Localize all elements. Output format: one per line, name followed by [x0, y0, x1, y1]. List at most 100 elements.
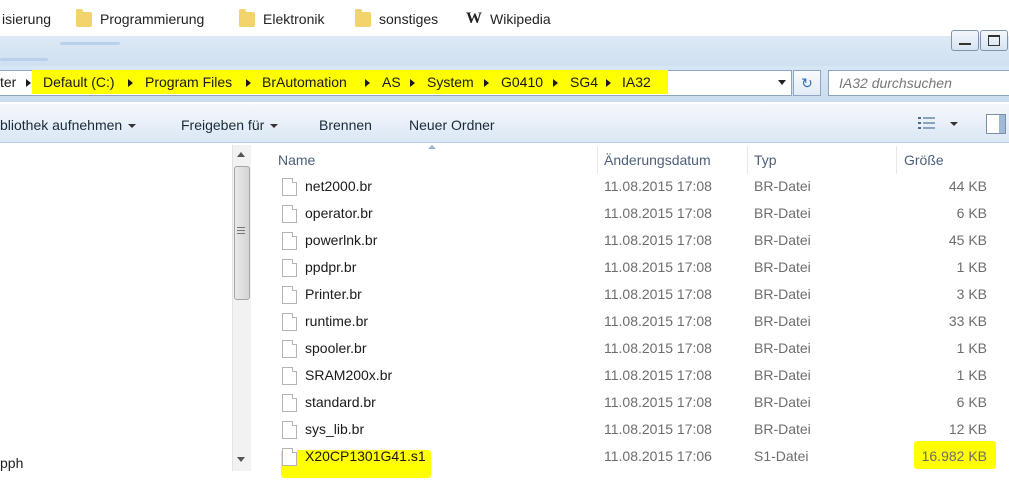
maximize-icon: [988, 35, 1000, 46]
file-type: BR-Datei: [754, 367, 811, 383]
file-row[interactable]: standard.br 11.08.2015 17:08 BR-Datei 6 …: [276, 389, 994, 416]
preview-pane-button[interactable]: [986, 114, 1006, 134]
address-history-chevron-icon[interactable]: [778, 80, 786, 85]
dropdown-arrow-icon: [128, 124, 137, 129]
breadcrumb-as[interactable]: AS: [382, 74, 401, 90]
window-titlebar[interactable]: [0, 36, 1009, 66]
file-name: net2000.br: [305, 178, 372, 194]
file-type: BR-Datei: [754, 205, 811, 221]
maximize-button[interactable]: [980, 30, 1008, 51]
breadcrumb-sg4[interactable]: SG4: [570, 74, 598, 90]
file-icon: [282, 232, 297, 250]
bookmark-label: Wikipedia: [490, 11, 551, 27]
folder-icon: [239, 8, 255, 27]
breadcrumb-arrow-icon[interactable]: [365, 79, 370, 87]
column-divider[interactable]: [597, 146, 598, 174]
file-type: BR-Datei: [754, 232, 811, 248]
file-row[interactable]: Printer.br 11.08.2015 17:08 BR-Datei 3 K…: [276, 281, 994, 308]
file-date: 11.08.2015 17:08: [604, 340, 712, 356]
file-size: 44 KB: [948, 178, 987, 194]
bookmark-programmierung[interactable]: Programmierung: [76, 8, 204, 28]
breadcrumb-arrow-icon[interactable]: [484, 79, 489, 87]
file-row[interactable]: operator.br 11.08.2015 17:08 BR-Datei 6 …: [276, 200, 994, 227]
column-divider[interactable]: [747, 146, 748, 174]
navigation-pane: [0, 143, 250, 481]
include-in-library-button[interactable]: bliothek aufnehmen: [0, 117, 137, 133]
file-size: 45 KB: [948, 232, 987, 248]
nav-scrollbar-thumb[interactable]: [234, 166, 250, 300]
breadcrumb-arrow-icon[interactable]: [410, 79, 415, 87]
share-with-label: Freigeben für: [181, 117, 265, 133]
file-date: 11.08.2015 17:08: [604, 178, 712, 194]
file-type: BR-Datei: [754, 394, 811, 410]
breadcrumb-partial[interactable]: ter: [0, 74, 16, 90]
scroll-grip-icon: [237, 227, 245, 228]
bookmark-sonstiges[interactable]: sonstiges: [355, 8, 438, 28]
file-date: 11.08.2015 17:08: [604, 286, 712, 302]
breadcrumb-arrow-icon[interactable]: [246, 79, 251, 87]
file-size: 33 KB: [948, 313, 987, 329]
file-icon: [282, 313, 297, 331]
file-row[interactable]: ppdpr.br 11.08.2015 17:08 BR-Datei 1 KB: [276, 254, 994, 281]
titlebar-faint-text: [0, 58, 48, 61]
bookmark-elektronik[interactable]: Elektronik: [239, 8, 324, 28]
file-date: 11.08.2015 17:08: [604, 205, 712, 221]
column-header-name[interactable]: Name: [278, 152, 315, 168]
file-name: ppdpr.br: [305, 259, 357, 275]
breadcrumb-program-files[interactable]: Program Files: [145, 74, 232, 90]
file-row[interactable]: SRAM200x.br 11.08.2015 17:08 BR-Datei 1 …: [276, 362, 994, 389]
command-bar: [0, 104, 1009, 143]
file-type: BR-Datei: [754, 421, 811, 437]
column-header-date[interactable]: Änderungsdatum: [604, 152, 711, 168]
file-size: 12 KB: [948, 421, 987, 437]
minimize-button[interactable]: [951, 30, 979, 51]
refresh-icon: ↻: [801, 74, 813, 91]
file-icon: [282, 394, 297, 412]
bookmark-partial[interactable]: isierung: [2, 10, 51, 28]
file-type: BR-Datei: [754, 259, 811, 275]
breadcrumb-arrow-icon[interactable]: [128, 79, 133, 87]
column-header-size[interactable]: Größe: [904, 152, 944, 168]
column-header-type[interactable]: Typ: [754, 152, 777, 168]
share-with-button[interactable]: Freigeben für: [181, 117, 279, 133]
file-row[interactable]: sys_lib.br 11.08.2015 17:08 BR-Datei 12 …: [276, 416, 994, 443]
file-name: Printer.br: [305, 286, 362, 302]
file-row[interactable]: X20CP1301G41.s1 11.08.2015 17:06 S1-Date…: [276, 443, 994, 470]
view-options-chevron-icon[interactable]: [950, 122, 958, 126]
sort-ascending-icon: [428, 145, 436, 149]
search-placeholder: IA32 durchsuchen: [839, 75, 952, 91]
folder-icon: [355, 8, 371, 27]
scroll-down-icon[interactable]: [237, 457, 245, 462]
file-date: 11.08.2015 17:08: [604, 259, 712, 275]
breadcrumb-brautomation[interactable]: BrAutomation: [262, 74, 347, 90]
breadcrumb-g0410[interactable]: G0410: [501, 74, 543, 90]
burn-button[interactable]: Brennen: [319, 117, 372, 133]
breadcrumb-arrow-icon[interactable]: [26, 79, 31, 87]
search-input[interactable]: IA32 durchsuchen: [828, 70, 1009, 96]
breadcrumb-arrow-icon[interactable]: [606, 79, 611, 87]
new-folder-button[interactable]: Neuer Ordner: [409, 117, 495, 133]
file-date: 11.08.2015 17:08: [604, 421, 712, 437]
breadcrumb-ia32[interactable]: IA32: [622, 74, 651, 90]
bookmark-wikipedia[interactable]: W Wikipedia: [466, 10, 551, 28]
breadcrumb-arrow-icon[interactable]: [553, 79, 558, 87]
refresh-button[interactable]: ↻: [793, 70, 821, 96]
file-row[interactable]: runtime.br 11.08.2015 17:08 BR-Datei 33 …: [276, 308, 994, 335]
column-divider[interactable]: [896, 146, 897, 174]
file-icon: [282, 367, 297, 385]
change-view-icon[interactable]: [918, 116, 936, 130]
file-row[interactable]: spooler.br 11.08.2015 17:08 BR-Datei 1 K…: [276, 335, 994, 362]
breadcrumb-system[interactable]: System: [427, 74, 474, 90]
file-type: BR-Datei: [754, 313, 811, 329]
file-date: 11.08.2015 17:08: [604, 367, 712, 383]
file-row[interactable]: powerlnk.br 11.08.2015 17:08 BR-Datei 45…: [276, 227, 994, 254]
breadcrumb-default-c[interactable]: Default (C:): [43, 74, 115, 90]
scroll-up-icon[interactable]: [237, 152, 245, 157]
file-date: 11.08.2015 17:06: [604, 448, 712, 464]
file-size: 6 KB: [956, 205, 987, 221]
nav-item-partial[interactable]: pph: [0, 455, 23, 471]
file-name: powerlnk.br: [305, 232, 378, 248]
file-name: SRAM200x.br: [305, 367, 393, 383]
file-row[interactable]: net2000.br 11.08.2015 17:08 BR-Datei 44 …: [276, 173, 994, 200]
include-in-library-label: bliothek aufnehmen: [0, 117, 123, 133]
